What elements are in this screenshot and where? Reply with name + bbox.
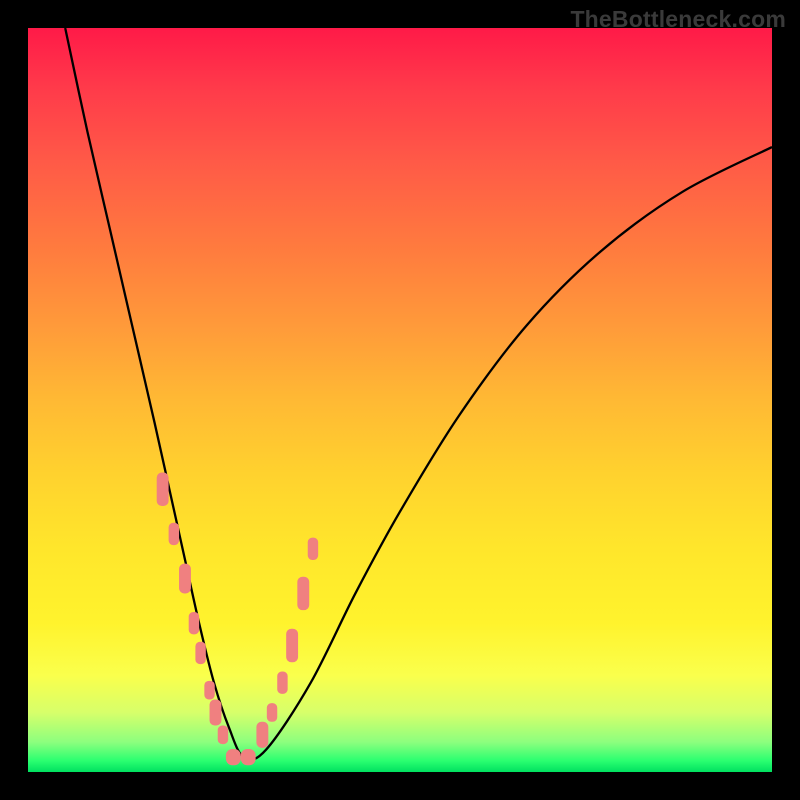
sample-marker xyxy=(204,681,214,700)
bottleneck-curve xyxy=(65,28,772,760)
sample-marker xyxy=(218,726,228,745)
sample-marker xyxy=(189,612,199,634)
sample-marker xyxy=(210,699,222,725)
sample-marker xyxy=(297,577,309,610)
sample-marker xyxy=(157,473,169,506)
plot-area xyxy=(28,28,772,772)
sample-marker xyxy=(169,523,179,545)
curve-path xyxy=(65,28,772,760)
sample-marker xyxy=(179,564,191,594)
sample-marker xyxy=(308,538,318,560)
watermark-text: TheBottleneck.com xyxy=(570,6,786,33)
sample-markers xyxy=(157,473,318,766)
sample-marker xyxy=(277,672,287,694)
sample-marker xyxy=(286,629,298,662)
sample-marker xyxy=(226,749,241,765)
chart-svg xyxy=(28,28,772,772)
sample-marker xyxy=(256,722,268,748)
sample-marker xyxy=(241,749,256,765)
sample-marker xyxy=(267,703,277,722)
frame: TheBottleneck.com xyxy=(0,0,800,800)
sample-marker xyxy=(195,642,205,664)
